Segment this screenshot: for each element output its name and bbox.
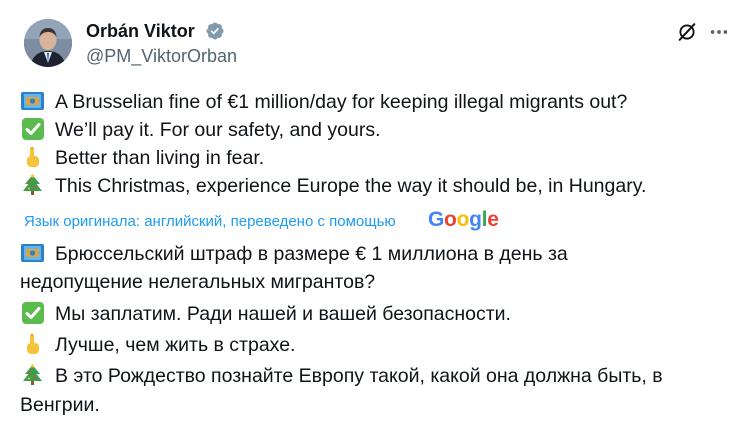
tweet-line: A Brusselian fine of €1 million/day for …	[20, 88, 627, 116]
tweet-line: This Christmas, experience Europe the wa…	[20, 172, 646, 200]
grok-icon[interactable]	[676, 21, 698, 43]
money-banknote-icon	[20, 90, 45, 112]
translated-line-text: Лучше, чем жить в страхе.	[55, 334, 296, 356]
tweet-line-text: This Christmas, experience Europe the wa…	[55, 175, 647, 197]
translated-line-text: Венгрии.	[20, 394, 100, 416]
translated-line: Венгрии.	[20, 391, 100, 419]
verified-badge-icon[interactable]	[205, 21, 225, 41]
translation-note[interactable]: Язык оригинала: английский, переведено с…	[24, 213, 396, 230]
translated-line: В это Рождество познайте Европу такой, к…	[20, 362, 663, 390]
avatar[interactable]	[24, 19, 72, 67]
translated-line-text: Мы заплатим. Ради нашей и вашей безопасн…	[55, 303, 511, 325]
translated-line: Брюссельский штраф в размере € 1 миллион…	[20, 240, 568, 268]
tweet-line: We’ll pay it. For our safety, and yours.	[20, 116, 381, 144]
pointing-up-icon	[20, 146, 45, 168]
translated-line: недопущение нелегальных мигрантов?	[20, 268, 375, 296]
pointing-up-icon	[20, 333, 45, 355]
tweet-line: Better than living in fear.	[20, 144, 264, 172]
check-mark-icon	[20, 302, 45, 324]
check-mark-icon	[20, 118, 45, 140]
translated-line: Лучше, чем жить в страхе.	[20, 331, 295, 359]
translation-attribution[interactable]: Язык оригинала: английский, переведено с…	[24, 208, 499, 233]
money-banknote-icon	[20, 242, 45, 264]
author-display-name[interactable]: Orbán Viktor	[86, 20, 195, 42]
avatar-photo	[24, 19, 72, 67]
christmas-tree-icon	[20, 174, 45, 196]
tweet-line-text: A Brusselian fine of €1 million/day for …	[55, 91, 628, 113]
translated-line-text: Брюссельский штраф в размере € 1 миллион…	[55, 243, 568, 265]
tweet-line-text: Better than living in fear.	[55, 147, 265, 169]
translated-line: Мы заплатим. Ради нашей и вашей безопасн…	[20, 300, 511, 328]
tweet-line-text: We’ll pay it. For our safety, and yours.	[55, 119, 381, 141]
christmas-tree-icon	[20, 364, 45, 386]
author-handle[interactable]: @PM_ViktorOrban	[86, 45, 237, 67]
translated-line-text: недопущение нелегальных мигрантов?	[20, 271, 376, 293]
tweet: Orbán Viktor @PM_ViktorOrban A Brusselia…	[0, 0, 747, 438]
more-options-icon[interactable]	[708, 21, 730, 43]
translated-line-text: В это Рождество познайте Европу такой, к…	[55, 365, 663, 387]
google-logo: Google	[428, 208, 499, 231]
